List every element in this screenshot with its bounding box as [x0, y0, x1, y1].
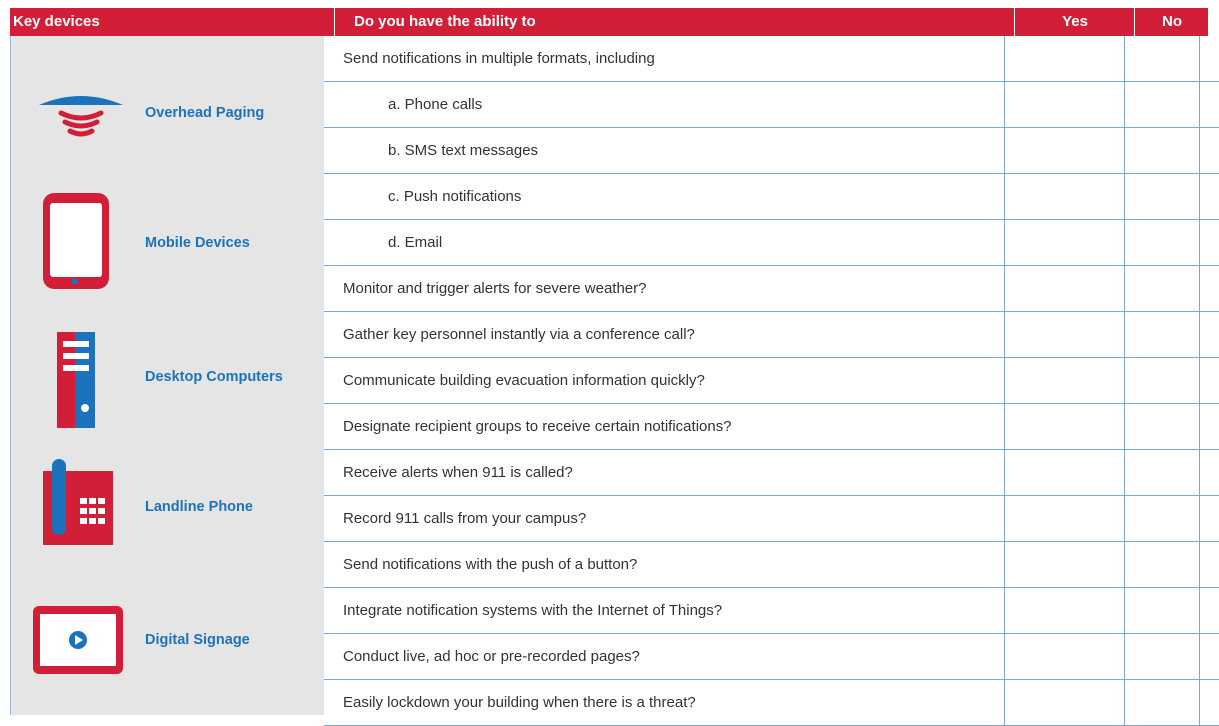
table-row: Conduct live, ad hoc or pre-recorded pag… [324, 634, 1219, 680]
table-row: Send notifications with the push of a bu… [324, 542, 1219, 588]
question-text: d. Email [388, 234, 443, 251]
digital-signage-icon [33, 606, 123, 674]
question-text: Gather key personnel instantly via a con… [343, 326, 695, 343]
table-row: a. Phone calls [324, 82, 1219, 128]
no-cell[interactable] [1124, 542, 1200, 587]
no-cell[interactable] [1124, 404, 1200, 449]
yes-cell[interactable] [1004, 266, 1125, 311]
table-row: Easily lockdown your building when there… [324, 680, 1219, 726]
desktop-computer-icon [57, 332, 95, 428]
yes-cell[interactable] [1004, 128, 1125, 173]
no-cell[interactable] [1124, 680, 1200, 725]
yes-cell[interactable] [1004, 450, 1125, 495]
yes-cell[interactable] [1004, 588, 1125, 633]
table-row: Communicate building evacuation informat… [324, 358, 1219, 404]
table-header: Key devices Do you have the ability to Y… [10, 8, 1208, 36]
yes-cell[interactable] [1004, 358, 1125, 403]
no-cell[interactable] [1124, 266, 1200, 311]
table-row: Record 911 calls from your campus? [324, 496, 1219, 542]
yes-cell[interactable] [1004, 312, 1125, 357]
question-text: Designate recipient groups to receive ce… [343, 418, 732, 435]
yes-cell[interactable] [1004, 404, 1125, 449]
yes-cell[interactable] [1004, 634, 1125, 679]
no-cell[interactable] [1124, 496, 1200, 541]
question-text: Integrate notification systems with the … [343, 602, 723, 619]
header-yes: Yes [1014, 8, 1135, 36]
header-key-devices: Key devices [13, 13, 100, 30]
table-row: c. Push notifications [324, 174, 1219, 220]
table-row: Monitor and trigger alerts for severe we… [324, 266, 1219, 312]
question-text: Easily lockdown your building when there… [343, 694, 696, 711]
no-cell[interactable] [1124, 174, 1200, 219]
table-row: Integrate notification systems with the … [324, 588, 1219, 634]
question-text: b. SMS text messages [388, 142, 539, 159]
yes-cell[interactable] [1004, 36, 1125, 81]
no-cell[interactable] [1124, 450, 1200, 495]
question-text: Receive alerts when 911 is called? [343, 464, 573, 481]
yes-cell[interactable] [1004, 680, 1125, 725]
overhead-paging-icon [39, 96, 123, 137]
question-text: c. Push notifications [388, 188, 522, 205]
device-label: Landline Phone [145, 499, 253, 515]
yes-cell[interactable] [1004, 542, 1125, 587]
question-text: Monitor and trigger alerts for severe we… [343, 280, 647, 297]
table-row: b. SMS text messages [324, 128, 1219, 174]
yes-cell[interactable] [1004, 220, 1125, 265]
mobile-device-icon [43, 193, 109, 289]
landline-phone-icon [43, 459, 113, 545]
no-cell[interactable] [1124, 128, 1200, 173]
question-text: Record 911 calls from your campus? [343, 510, 587, 527]
header-no: No [1134, 8, 1209, 36]
device-label: Digital Signage [145, 632, 250, 648]
question-text: Conduct live, ad hoc or pre-recorded pag… [343, 648, 640, 665]
no-cell[interactable] [1124, 312, 1200, 357]
device-label: Desktop Computers [145, 369, 283, 385]
device-label: Overhead Paging [145, 105, 265, 121]
table-row: Gather key personnel instantly via a con… [324, 312, 1219, 358]
table-row: Send notifications in multiple formats, … [324, 36, 1219, 82]
question-text: Communicate building evacuation informat… [343, 372, 705, 389]
device-label: Mobile Devices [145, 235, 250, 251]
yes-cell[interactable] [1004, 496, 1125, 541]
no-cell[interactable] [1124, 358, 1200, 403]
table-row: d. Email [324, 220, 1219, 266]
yes-cell[interactable] [1004, 174, 1125, 219]
question-text: Send notifications in multiple formats, … [343, 50, 655, 67]
table-row: Receive alerts when 911 is called? [324, 450, 1219, 496]
table-row: Designate recipient groups to receive ce… [324, 404, 1219, 450]
no-cell[interactable] [1124, 588, 1200, 633]
question-text: a. Phone calls [388, 96, 483, 113]
header-question: Do you have the ability to [334, 8, 1014, 36]
no-cell[interactable] [1124, 634, 1200, 679]
devices-panel: Overhead Paging Mobile Devices Desktop C… [10, 36, 324, 715]
no-cell[interactable] [1124, 220, 1200, 265]
yes-cell[interactable] [1004, 82, 1125, 127]
no-cell[interactable] [1124, 82, 1200, 127]
no-cell[interactable] [1124, 36, 1200, 81]
question-text: Send notifications with the push of a bu… [343, 556, 638, 573]
